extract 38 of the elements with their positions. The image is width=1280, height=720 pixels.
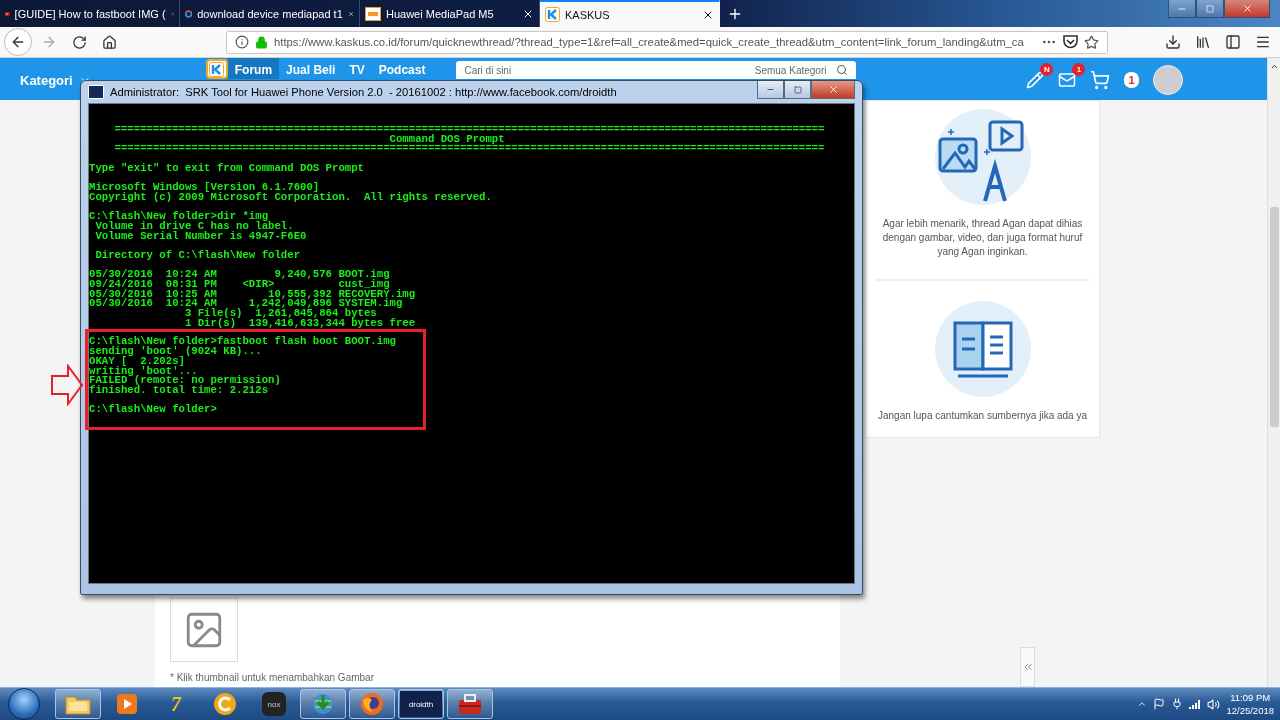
console-line: Volume Serial Number is 4947-F6E0 [94, 231, 308, 242]
console-line: FAILED (remote: no permission) [89, 376, 282, 386]
message-badge: 1 [1072, 63, 1086, 76]
console-line: 1 Dir(s) 139,416,633,344 bytes free [183, 318, 417, 329]
console-line: Copyright (c) 2009 Microsoft Corporation. All rights reserved. [89, 192, 493, 203]
clock[interactable]: 11:09 PM 12/25/2018 [1226, 691, 1274, 717]
taskbar-app[interactable]: droidth [398, 689, 444, 719]
console-line: Microsoft Windows [Version 6.1.7600] [89, 183, 320, 193]
console-line: 3 File(s) 1,261,845,864 bytes [183, 309, 377, 319]
console-rule: =============================================================================================================== [113, 144, 826, 155]
console-line: 09/24/2016 08:31 PM <DIR> cust_img [89, 280, 390, 290]
count-badge: 1 [1124, 72, 1139, 88]
browser-tab[interactable]: KASKUS [540, 0, 720, 27]
console-line: C:\flash\New folder> [89, 405, 218, 415]
nav-link[interactable]: Forum [227, 58, 280, 79]
thumbnail-hint: * Klik thumbnail untuk menambahkan Gambar [170, 672, 375, 683]
console-heading: Command DOS Prompt [388, 134, 506, 145]
taskbar-app[interactable]: 7 [153, 689, 199, 719]
console-line: C:\flash\New folder>dir *img [89, 212, 269, 222]
tip-text: Agar lebih menarik, thread Agan dapat dihias dengan gambar, video, dan juga format huruf yang Agan inginkan. [881, 217, 1084, 259]
search-field[interactable]: Cari di sini Semua Kategori [456, 61, 857, 79]
category-select[interactable]: Semua Kategori [754, 64, 827, 76]
console-line: Volume in drive C has no label. [94, 221, 295, 232]
search-placeholder: Cari di sini [464, 64, 513, 76]
console-line: 05/30/2016 10:24 AM 9,240,576 BOOT.img [89, 270, 391, 280]
address-field[interactable]: https://www.kaskus.co.id/forum/quicknewthread/?thread_type=1&ref=all_create&med=quick_create_thread&utm_content=link_forum_landing&utm_ca [226, 30, 1108, 54]
console-line: sending 'boot' (9024 KB)... [89, 347, 263, 357]
console-line: OKAY [ 2.202s] [89, 356, 185, 367]
archiver-icon: 7 [171, 692, 181, 716]
window-title: Administrator: SRK Tool for Huawei Phone Version 2.0 - 20161002 : http://www.facebook.com/droidth [110, 86, 617, 98]
notification-badge: N [1040, 63, 1054, 76]
emulator-icon: nox [262, 692, 286, 716]
taskbar-app[interactable]: nox [251, 689, 297, 719]
console-line: Directory of C:\flash\New folder [94, 250, 302, 261]
console-line: Type "exit" to exit from Command DOS Prompt [89, 163, 365, 174]
console-line: finished. total time: 2.212s [89, 385, 269, 396]
console-rule: =============================================================================================================== [113, 125, 826, 135]
tip-text: Jangan lupa cantumkan sumbernya jika ada ya [877, 409, 1088, 423]
